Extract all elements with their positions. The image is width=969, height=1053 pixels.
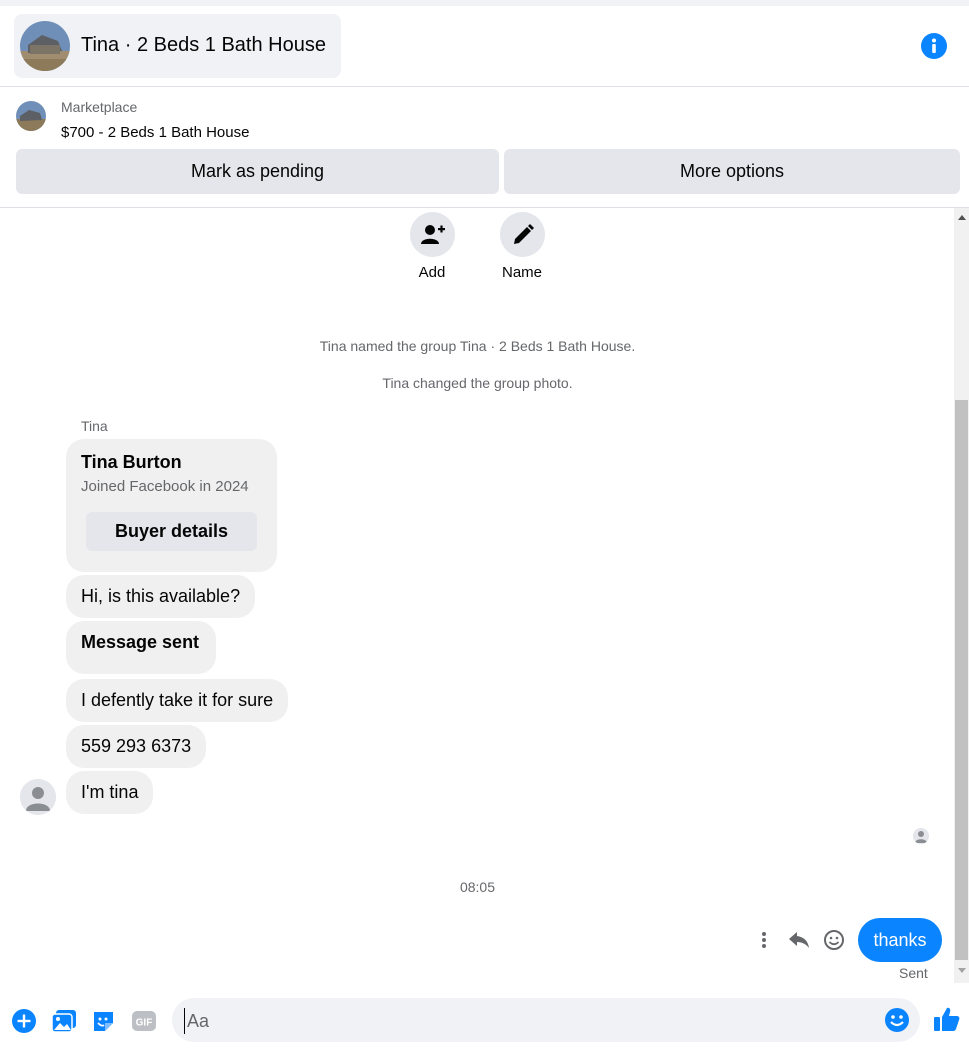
buyer-details-button[interactable]: Buyer details [86,512,257,551]
thumbs-up-icon[interactable] [933,1005,961,1033]
buyer-name: Tina Burton [81,452,182,472]
group-photo-avatar[interactable] [20,21,70,71]
more-actions-icon[interactable] [750,926,778,954]
pencil-icon [513,223,534,244]
listing-title[interactable]: $700 - 2 Beds 1 Bath House [61,124,249,141]
banner-divider [0,207,969,208]
system-message: Tina named the group Tina · 2 Beds 1 Bat… [319,338,636,354]
add-people-button[interactable] [410,212,455,257]
gif-icon[interactable]: GIF [130,1007,158,1035]
incoming-message-bubble[interactable]: I defently take it for sure [66,679,289,722]
info-icon[interactable] [921,33,947,59]
more-options-button[interactable]: More options [504,149,960,194]
marketplace-label: Marketplace [61,99,138,115]
add-person-icon [420,224,445,244]
incoming-message-bubble[interactable]: Message sent [66,621,216,674]
default-user-icon [913,828,929,844]
svg-text:GIF: GIF [136,1018,153,1029]
message-input[interactable] [184,1008,867,1034]
react-emoji-icon[interactable] [820,926,848,954]
conversation-title: Tina · 2 Beds 1 Bath House [81,34,326,56]
mark-as-pending-button[interactable]: Mark as pending [16,149,499,194]
incoming-message-bubble[interactable]: I'm tina [66,771,154,814]
message-timestamp: 08:05 [459,879,496,895]
add-label: Add [418,264,446,281]
default-user-icon [20,779,56,815]
window-top-strip [0,0,969,6]
sender-avatar[interactable] [20,779,56,815]
sender-name: Tina [81,418,108,434]
scroll-up-arrow[interactable] [958,215,966,220]
read-receipt-avatar [913,828,929,844]
emoji-icon[interactable] [883,1006,911,1034]
sticker-icon[interactable] [90,1007,118,1035]
rename-group-button[interactable] [500,212,545,257]
reply-icon[interactable] [785,926,813,954]
header-divider [0,86,969,87]
chat-scrollbar-thumb[interactable] [955,400,968,960]
message-status: Sent [899,965,928,981]
system-message: Tina changed the group photo. [382,375,573,391]
incoming-message-bubble[interactable]: Hi, is this available? [66,575,256,618]
scroll-down-arrow[interactable] [958,968,966,973]
outgoing-message-bubble[interactable]: thanks [858,918,942,962]
listing-photo[interactable] [16,101,46,131]
buyer-joined-text: Joined Facebook in 2024 [81,478,249,495]
incoming-message-bubble[interactable]: 559 293 6373 [66,725,207,768]
plus-icon[interactable] [10,1007,38,1035]
name-label: Name [501,264,542,281]
photo-icon[interactable] [50,1007,78,1035]
